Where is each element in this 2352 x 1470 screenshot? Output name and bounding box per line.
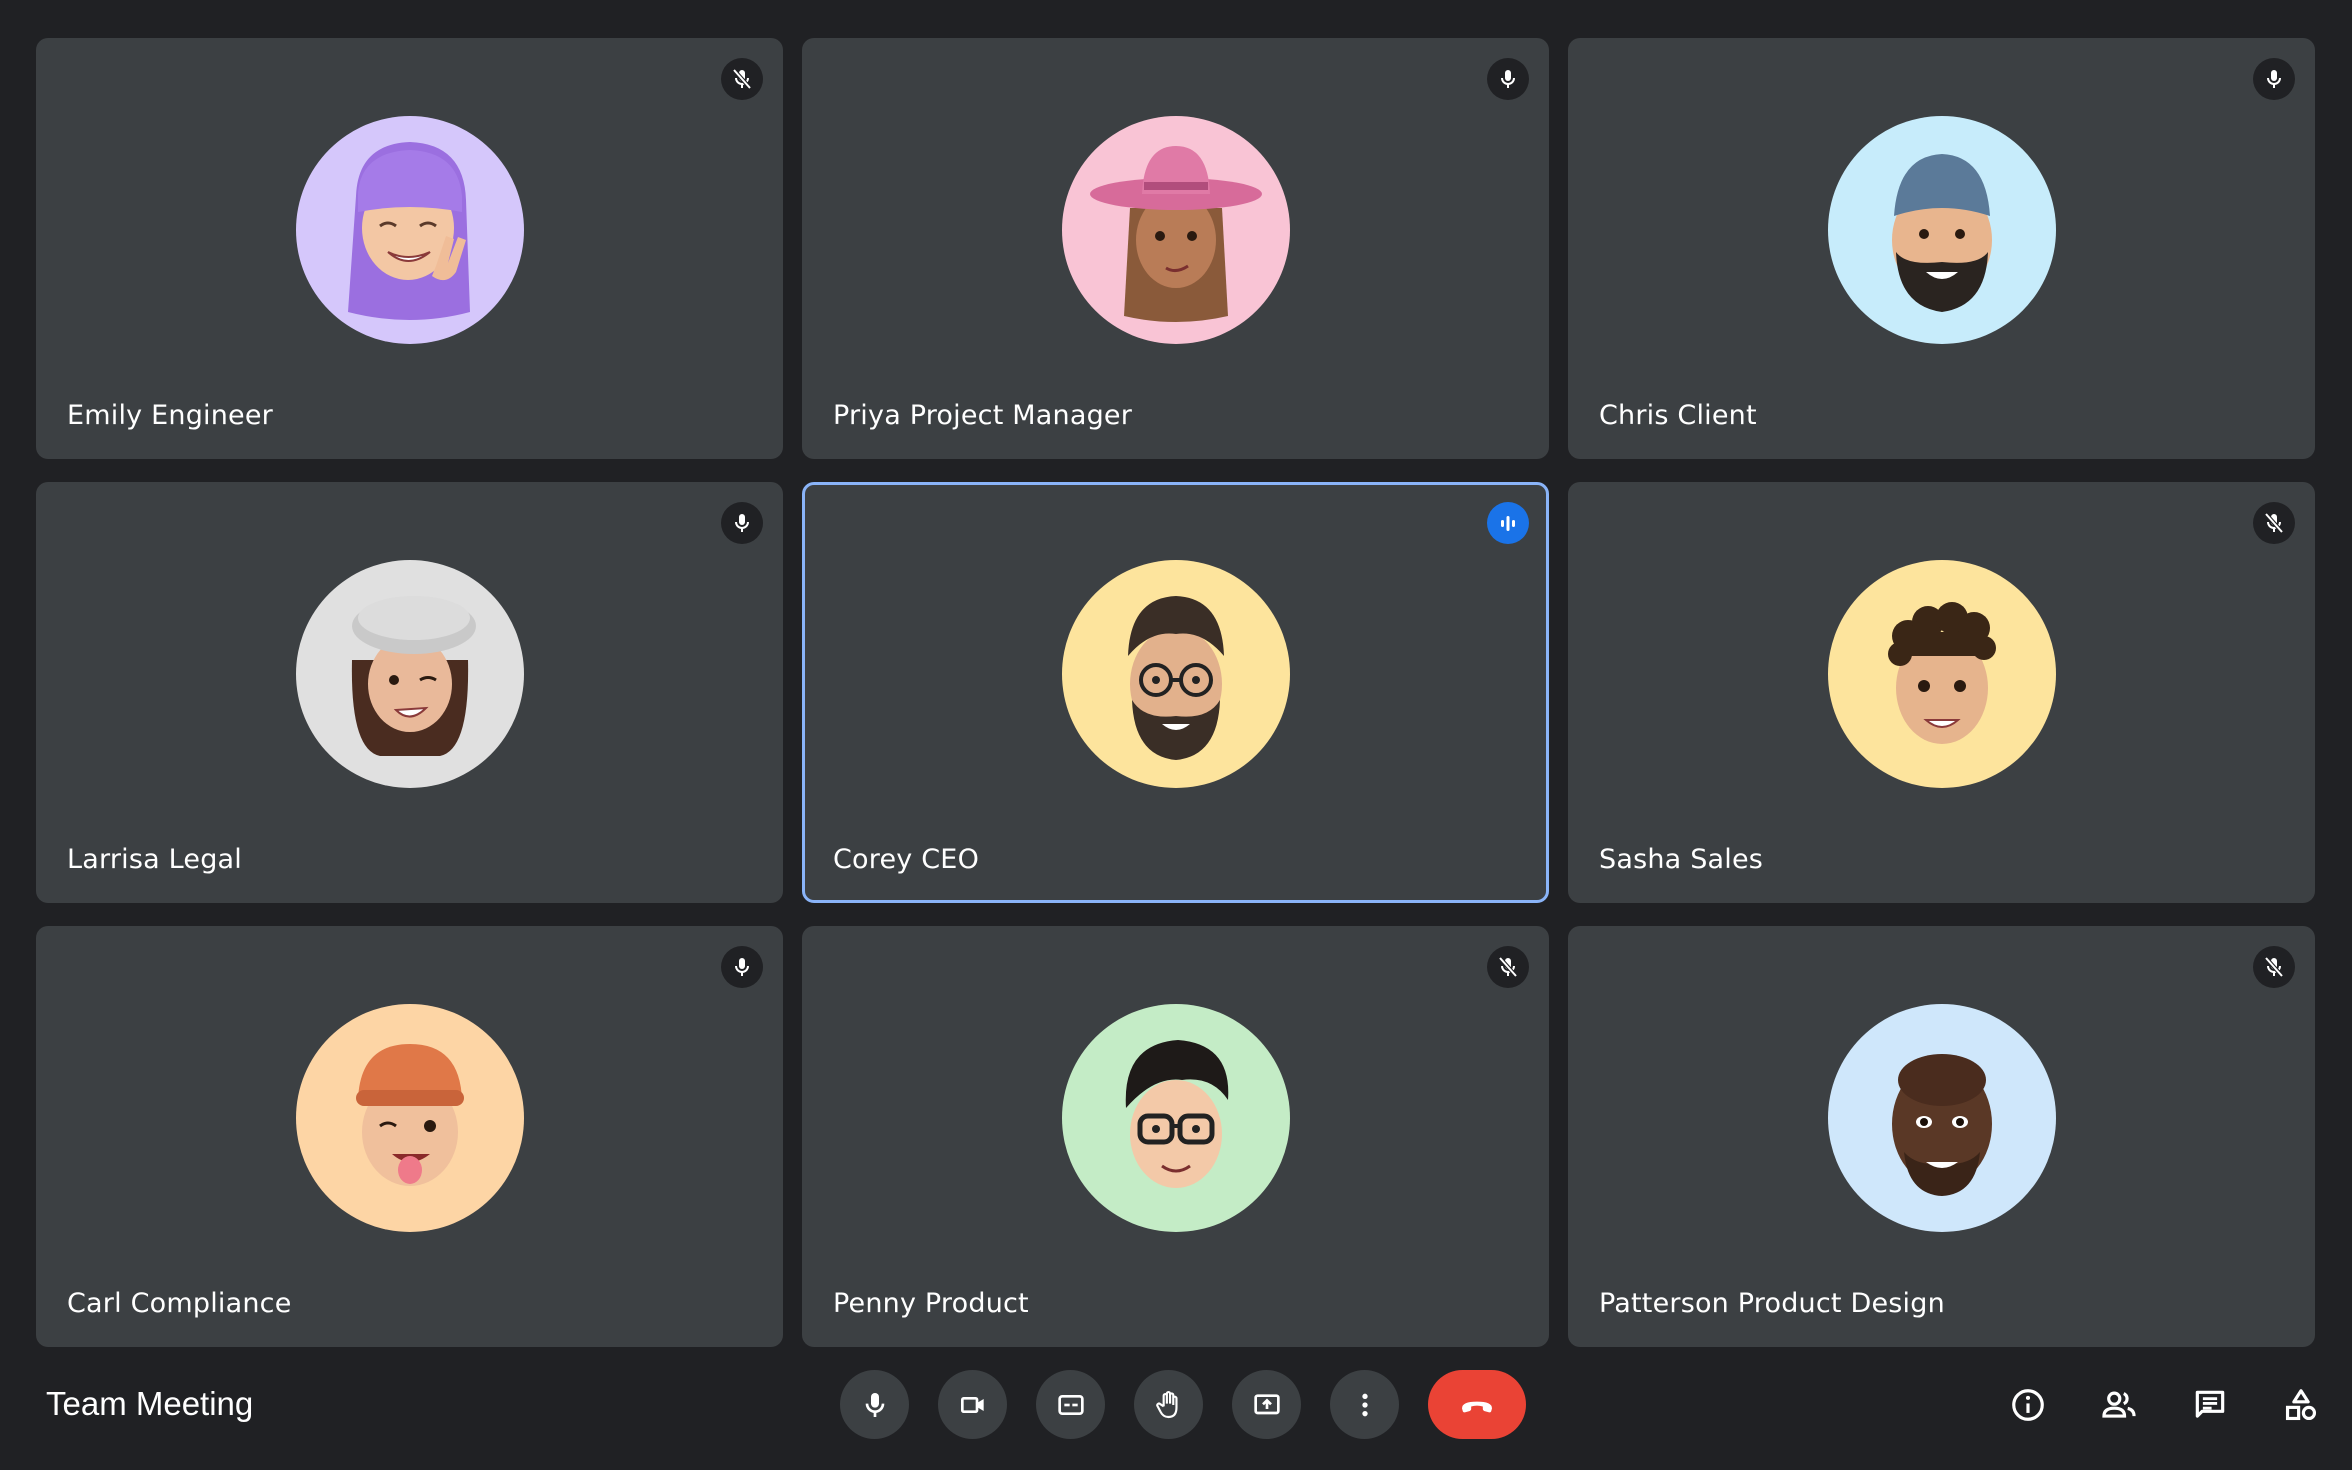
end-call-icon <box>1462 1401 1492 1412</box>
raise-hand-icon <box>1155 1390 1178 1418</box>
camera-icon <box>960 1396 984 1413</box>
audio-level-icon <box>1487 502 1529 544</box>
participant-tile[interactable]: Emily Engineer <box>36 38 783 459</box>
captions-icon <box>1057 1394 1084 1415</box>
participant-name: Patterson Product Design <box>1599 1288 1945 1319</box>
chat-icon <box>2195 1390 2225 1418</box>
participant-tile[interactable]: Sasha Sales <box>1568 482 2315 903</box>
mic-icon <box>2253 58 2295 100</box>
mic-icon <box>721 502 763 544</box>
microphone-icon <box>865 1392 884 1417</box>
chat-button[interactable] <box>2179 1370 2241 1439</box>
avatar <box>295 560 524 788</box>
mic-off-icon <box>2253 502 2295 544</box>
call-controls <box>840 1370 1526 1439</box>
meeting-toolbar: Team Meeting <box>0 1348 2352 1470</box>
avatar <box>1061 560 1290 788</box>
avatar <box>1061 116 1290 344</box>
microphone-button[interactable] <box>840 1370 909 1439</box>
people-button[interactable] <box>2088 1370 2150 1439</box>
avatar <box>1827 1004 2056 1232</box>
more-options-icon <box>1361 1393 1368 1416</box>
activities-button[interactable] <box>2270 1370 2332 1439</box>
participant-tile[interactable]: Larrisa Legal <box>36 482 783 903</box>
camera-button[interactable] <box>938 1370 1007 1439</box>
avatar <box>1827 116 2056 344</box>
mic-icon <box>721 946 763 988</box>
participant-name: Emily Engineer <box>67 400 273 431</box>
participant-tile[interactable]: Chris Client <box>1568 38 2315 459</box>
meeting-title: Team Meeting <box>46 1385 254 1422</box>
mic-off-icon <box>2253 946 2295 988</box>
mic-off-icon <box>1487 946 1529 988</box>
avatar <box>295 116 524 344</box>
more-options-button[interactable] <box>1330 1370 1399 1439</box>
avatar <box>1827 560 2056 788</box>
mic-icon <box>1487 58 1529 100</box>
side-panel-controls <box>1997 1370 2332 1439</box>
avatar <box>1061 1004 1290 1232</box>
raise-hand-button[interactable] <box>1134 1370 1203 1439</box>
participant-name: Larrisa Legal <box>67 844 242 875</box>
people-icon <box>2102 1391 2136 1418</box>
participant-name: Corey CEO <box>833 844 980 875</box>
end-call-button[interactable] <box>1428 1370 1526 1439</box>
activities-icon <box>2285 1388 2317 1420</box>
participant-name: Sasha Sales <box>1599 844 1764 875</box>
present-screen-button[interactable] <box>1232 1370 1301 1439</box>
participant-name: Penny Product <box>833 1288 1029 1319</box>
meeting-info-icon <box>2012 1388 2044 1421</box>
avatar <box>295 1004 524 1232</box>
mic-off-icon <box>721 58 763 100</box>
participant-tile[interactable]: Patterson Product Design <box>1568 926 2315 1347</box>
participant-name: Chris Client <box>1599 400 1757 431</box>
present-screen-icon <box>1253 1393 1280 1414</box>
participant-name: Carl Compliance <box>67 1288 292 1319</box>
participant-tile[interactable]: Carl Compliance <box>36 926 783 1347</box>
captions-button[interactable] <box>1036 1370 1105 1439</box>
participant-tile[interactable]: Penny Product <box>802 926 1549 1347</box>
participant-tile[interactable]: Priya Project Manager <box>802 38 1549 459</box>
participant-grid: Emily Engineer Priya Project Manager Chr… <box>36 38 2316 1348</box>
meeting-info-button[interactable] <box>1997 1370 2059 1439</box>
participant-tile-active-speaker[interactable]: Corey CEO <box>802 482 1549 903</box>
participant-name: Priya Project Manager <box>833 400 1133 431</box>
